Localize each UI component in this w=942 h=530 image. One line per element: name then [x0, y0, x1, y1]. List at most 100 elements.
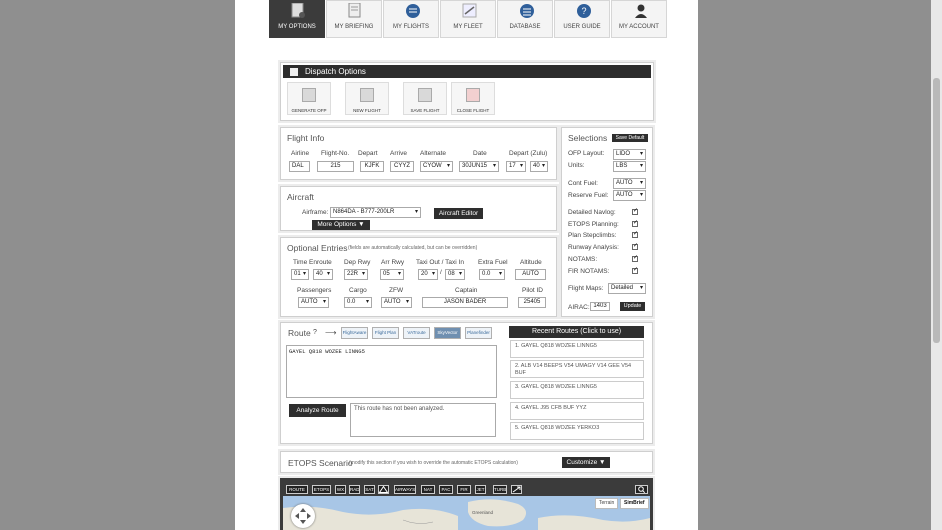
- route-textarea[interactable]: GAYEL Q818 WOZEE LINNG5: [286, 345, 497, 398]
- tab-database[interactable]: DATABASE: [497, 0, 553, 38]
- external-link-icon: [512, 486, 521, 493]
- passengers-select[interactable]: AUTO: [298, 297, 329, 308]
- tab-my-flights[interactable]: MY FLIGHTS: [383, 0, 439, 38]
- time-enroute-hours-select[interactable]: 01: [291, 269, 309, 280]
- route-title: Route: [288, 328, 311, 338]
- altitude-input[interactable]: AUTO: [515, 269, 546, 280]
- close-icon: [466, 88, 480, 102]
- customize-etops-button[interactable]: Customize ▼: [562, 457, 610, 468]
- map-tool-sat[interactable]: SAT: [364, 485, 375, 494]
- captain-input[interactable]: JASON BADER: [422, 297, 508, 308]
- recent-route-item[interactable]: 5. GAYEL Q818 WOZEE YERKO3: [510, 422, 644, 440]
- notams-checkbox[interactable]: [632, 254, 638, 262]
- recent-route-item[interactable]: 3. GAYEL Q818 WOZEE LINNG5: [510, 381, 644, 399]
- map-terrain-button[interactable]: Terrain: [595, 498, 619, 509]
- map-pan-control[interactable]: [291, 504, 315, 528]
- cont-fuel-select[interactable]: AUTO: [613, 178, 646, 189]
- map-tool-wx[interactable]: WX: [335, 485, 346, 494]
- etops-planning-checkbox[interactable]: [632, 219, 638, 227]
- map-tool-etops[interactable]: ETOPS: [312, 485, 331, 494]
- taxi-out-select[interactable]: 20: [418, 269, 438, 280]
- recent-route-item[interactable]: 2. ALB V14 BEEPS V54 UMAGY V14 GEE V54 B…: [510, 360, 644, 378]
- tab-my-briefing[interactable]: MY BRIEFING: [326, 0, 382, 38]
- depart-hour-select[interactable]: 17: [506, 161, 526, 172]
- extra-fuel-select[interactable]: 0.0: [479, 269, 505, 280]
- map-tool-airways[interactable]: AIRWAYS: [394, 485, 416, 494]
- warning-triangle-icon: [378, 485, 389, 493]
- new-flight-button[interactable]: NEW FLIGHT: [345, 82, 389, 115]
- map-tool-pac[interactable]: PAC: [439, 485, 453, 494]
- tab-user-guide[interactable]: ? USER GUIDE: [554, 0, 610, 38]
- arrive-input[interactable]: CYYZ: [390, 161, 414, 172]
- alternate-label: Alternate: [420, 150, 447, 157]
- map-canvas[interactable]: Greenland Terrain SimBrief: [283, 496, 650, 530]
- tool-label: CLOSE FLIGHT: [456, 108, 490, 113]
- analyze-route-button[interactable]: Analyze Route ►: [289, 404, 346, 427]
- planner-vatroute[interactable]: VATroute: [403, 327, 430, 339]
- runway-analysis-checkbox[interactable]: [632, 242, 638, 250]
- fir-notams-checkbox[interactable]: [632, 266, 638, 274]
- detailed-navlog-checkbox[interactable]: [632, 207, 638, 215]
- more-options-button[interactable]: More Options ▼: [312, 220, 370, 230]
- map-warning-icon[interactable]: [378, 485, 389, 494]
- tab-my-account[interactable]: MY ACCOUNT: [611, 0, 667, 38]
- map-simbrief-button[interactable]: SimBrief: [620, 498, 649, 509]
- taxi-in-select[interactable]: 08: [445, 269, 465, 280]
- units-select[interactable]: LBS: [613, 161, 646, 172]
- map-tool-rad[interactable]: RAD: [349, 485, 360, 494]
- zfw-select[interactable]: AUTO: [381, 297, 412, 308]
- depart-input[interactable]: KJFK: [360, 161, 384, 172]
- planner-skyvector[interactable]: SkyVector: [434, 327, 461, 339]
- altitude-label: Altitude: [520, 259, 542, 266]
- alternate-select[interactable]: CYOW: [420, 161, 453, 172]
- map-tool-turb[interactable]: TURB: [493, 485, 507, 494]
- tab-my-fleet[interactable]: MY FLEET: [440, 0, 496, 38]
- route-arrow-icon: ⟶: [325, 328, 337, 337]
- recent-route-item[interactable]: 1. GAYEL Q818 WOZEE LINNG5: [510, 340, 644, 358]
- airframe-select[interactable]: N864DA - B777-200LR: [330, 207, 421, 218]
- planner-flightaware[interactable]: FlightAware: [341, 327, 368, 339]
- flight-maps-select[interactable]: Detailed: [608, 283, 646, 294]
- airac-input[interactable]: 1403: [590, 302, 610, 311]
- map-tool-nat[interactable]: NAT: [421, 485, 435, 494]
- scrollbar[interactable]: [931, 0, 942, 530]
- flight-no-input[interactable]: 215: [317, 161, 354, 172]
- dep-rwy-label: Dep Rwy: [344, 259, 371, 266]
- route-help-icon[interactable]: ?: [313, 329, 317, 336]
- notams-label: NOTAMS:: [568, 256, 598, 263]
- recent-route-item[interactable]: 4. GAYEL J95 CFB BUF YYZ: [510, 402, 644, 420]
- tool-label: SAVE FLIGHT: [410, 108, 440, 113]
- reserve-fuel-select[interactable]: AUTO: [613, 190, 646, 201]
- scrollbar-thumb[interactable]: [933, 78, 940, 343]
- main-nav: MY OPTIONS MY BRIEFING MY FLIGHTS MY FLE…: [269, 0, 667, 38]
- plan-stepclimbs-checkbox[interactable]: [632, 230, 638, 238]
- cargo-select[interactable]: 0.0: [344, 297, 372, 308]
- pilot-id-label: Pilot ID: [522, 287, 543, 294]
- map-search-button[interactable]: [635, 485, 648, 494]
- close-flight-button[interactable]: CLOSE FLIGHT: [451, 82, 495, 115]
- tab-my-options[interactable]: MY OPTIONS: [269, 0, 325, 38]
- dep-rwy-select[interactable]: 22R: [344, 269, 368, 280]
- planner-flightplan[interactable]: Flight Plan: [372, 327, 399, 339]
- map-tool-jet[interactable]: JET: [475, 485, 486, 494]
- depart-minute-select[interactable]: 40: [530, 161, 548, 172]
- planner-planefinder[interactable]: Planefinder: [465, 327, 492, 339]
- airline-input[interactable]: DAL: [289, 161, 310, 172]
- update-airac-button[interactable]: Update: [620, 302, 645, 311]
- save-default-button[interactable]: Save Default: [612, 134, 648, 142]
- arr-rwy-select[interactable]: 05: [380, 269, 404, 280]
- save-flight-button[interactable]: SAVE FLIGHT: [403, 82, 447, 115]
- generate-ofp-button[interactable]: GENERATE OFP: [287, 82, 331, 115]
- map-tool-route[interactable]: ROUTE: [286, 485, 308, 494]
- map-link-icon[interactable]: [511, 485, 522, 494]
- etops-note: (modify this section if you wish to over…: [349, 460, 518, 466]
- map-tool-fir[interactable]: FIR: [457, 485, 471, 494]
- checkbox-icon: [290, 68, 298, 76]
- tab-label: DATABASE: [509, 24, 541, 30]
- time-enroute-minutes-select[interactable]: 40: [313, 269, 333, 280]
- date-select[interactable]: 30JUN15: [459, 161, 499, 172]
- aircraft-editor-button[interactable]: Aircraft Editor: [434, 208, 483, 219]
- ofp-layout-select[interactable]: LIDO: [613, 149, 646, 160]
- passengers-label: Passengers: [297, 287, 332, 294]
- pilot-id-input[interactable]: 25405: [518, 297, 546, 308]
